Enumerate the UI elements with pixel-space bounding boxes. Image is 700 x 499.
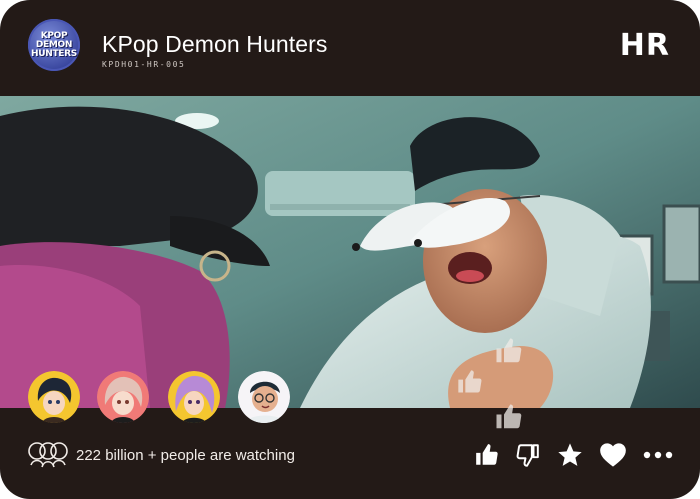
kpop-demon-hunters-logo[interactable]: KPOP DEMON HUNTERS bbox=[28, 19, 80, 71]
star-icon bbox=[558, 443, 582, 466]
thumbs-up-icon bbox=[476, 444, 498, 465]
more-icon bbox=[643, 451, 673, 459]
participant-avatar-1[interactable] bbox=[28, 371, 80, 423]
heart-icon bbox=[600, 443, 626, 467]
viewers-icon bbox=[28, 442, 68, 468]
floating-thumbs-up-icon bbox=[496, 338, 522, 363]
scene-image bbox=[0, 96, 700, 408]
floating-thumbs-up-icon bbox=[458, 370, 482, 393]
dislike-button[interactable] bbox=[513, 440, 541, 470]
favorite-button[interactable] bbox=[556, 440, 584, 470]
rarity-badge: HR bbox=[619, 28, 670, 63]
participant-avatar-2[interactable] bbox=[97, 371, 149, 423]
card: KPOP DEMON HUNTERS KPop Demon Hunters KP… bbox=[0, 0, 700, 499]
floating-thumbs-up-icon bbox=[496, 404, 522, 429]
more-button[interactable] bbox=[642, 440, 674, 470]
thumbs-down-icon bbox=[516, 444, 539, 467]
participant-avatar-3[interactable] bbox=[168, 371, 220, 423]
card-title: KPop Demon Hunters bbox=[102, 31, 328, 57]
like-button[interactable] bbox=[473, 440, 501, 470]
viewers-count-text: 222 billion + people are watching bbox=[76, 447, 295, 464]
participant-avatar-4[interactable] bbox=[238, 371, 290, 423]
logo-line-3: HUNTERS bbox=[31, 48, 77, 59]
card-code: KPDH01-HR-005 bbox=[102, 60, 186, 69]
love-button[interactable] bbox=[599, 440, 627, 470]
